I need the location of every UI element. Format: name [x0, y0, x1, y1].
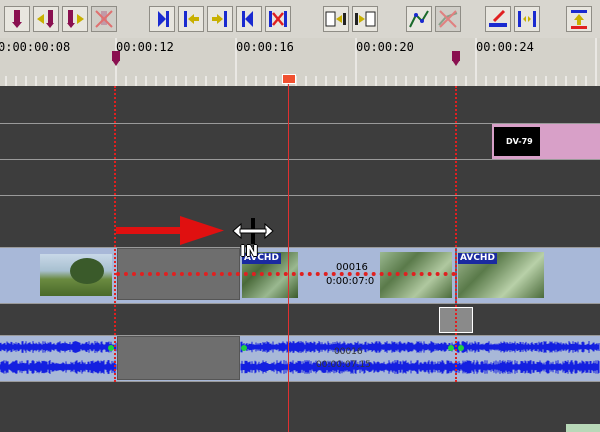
in-point-marker-icon[interactable] — [111, 51, 121, 67]
mark-in-icon — [12, 10, 22, 28]
keyframe-dot[interactable] — [241, 345, 247, 351]
cursor-in-label: IN — [240, 242, 259, 260]
mark-in-button[interactable] — [4, 6, 30, 32]
rubber-band-off-button[interactable] — [435, 6, 461, 32]
track-4 — [0, 196, 600, 248]
video-thumbnail — [40, 254, 112, 296]
go-end-icon — [242, 11, 253, 27]
audio-clip-timecode: 00:00:07:15 — [316, 360, 371, 370]
drag-arrow-icon — [116, 216, 224, 245]
mark-in-left-button[interactable] — [33, 6, 59, 32]
title-clip-label: DV-79 — [506, 137, 533, 146]
go-prev-button[interactable] — [178, 6, 204, 32]
out-point-line — [455, 86, 457, 382]
clip-overwrite-icon — [355, 11, 376, 27]
track-title: DV-79 — [0, 124, 600, 160]
clear-mark-icon — [95, 10, 113, 28]
delete-range-button[interactable] — [265, 6, 291, 32]
track-3 — [0, 160, 600, 196]
edit-button[interactable] — [485, 6, 511, 32]
split-icon — [518, 11, 536, 27]
waveform-channel-1 — [0, 341, 600, 353]
video-track: AVCHD 00016 0:00:07:0 AVCHD — [0, 248, 600, 304]
rubber-band-off-icon — [438, 10, 458, 28]
go-next-icon — [212, 11, 227, 27]
track-8 — [0, 382, 600, 432]
export-button[interactable] — [566, 6, 592, 32]
export-icon — [571, 10, 587, 29]
out-point-marker-icon[interactable] — [451, 51, 461, 67]
go-end-button[interactable] — [236, 6, 262, 32]
track-6 — [0, 304, 600, 336]
avchd-label: AVCHD — [458, 253, 497, 264]
playhead-line[interactable] — [288, 84, 289, 432]
split-button[interactable] — [514, 6, 540, 32]
toolbar — [0, 0, 600, 39]
audio-track: 00016 00:00:07:15 — [0, 336, 600, 382]
keyframe-dot[interactable] — [458, 345, 464, 351]
mark-right-icon — [67, 10, 84, 28]
tree-shape — [70, 258, 104, 284]
title-clip[interactable]: DV-79 — [492, 124, 600, 159]
go-start-icon — [158, 11, 169, 27]
time-ruler[interactable]: 0:00:00:08 00:00:12 00:00:16 00:00:20 00… — [0, 38, 600, 87]
playhead-handle[interactable] — [282, 74, 296, 84]
clip-insert-button[interactable] — [323, 6, 349, 32]
audio-waveform — [0, 341, 600, 374]
track-1 — [0, 86, 600, 124]
mark-left-icon — [37, 10, 54, 28]
status-indicator — [566, 424, 600, 432]
clip-timecode: 0:00:07:0 — [326, 276, 375, 287]
waveform-channel-2 — [0, 360, 600, 374]
ruler-ticks — [5, 38, 597, 86]
mark-in-right-button[interactable] — [62, 6, 88, 32]
go-prev-icon — [184, 11, 199, 27]
rubber-band-icon — [409, 10, 429, 28]
clip-insert-icon — [325, 11, 346, 27]
clip-overwrite-button[interactable] — [352, 6, 378, 32]
go-next-button[interactable] — [207, 6, 233, 32]
delete-range-icon — [269, 11, 287, 27]
edit-icon — [489, 9, 507, 27]
trim-cursor-icon — [232, 218, 274, 244]
go-start-button[interactable] — [149, 6, 175, 32]
selection-range-line — [116, 272, 456, 276]
keyframe-dot[interactable] — [448, 345, 454, 351]
clear-marks-button[interactable] — [91, 6, 117, 32]
audio-clip-name: 00016 — [334, 347, 363, 357]
selected-audio-range[interactable] — [117, 336, 240, 380]
rubber-band-button[interactable] — [406, 6, 432, 32]
